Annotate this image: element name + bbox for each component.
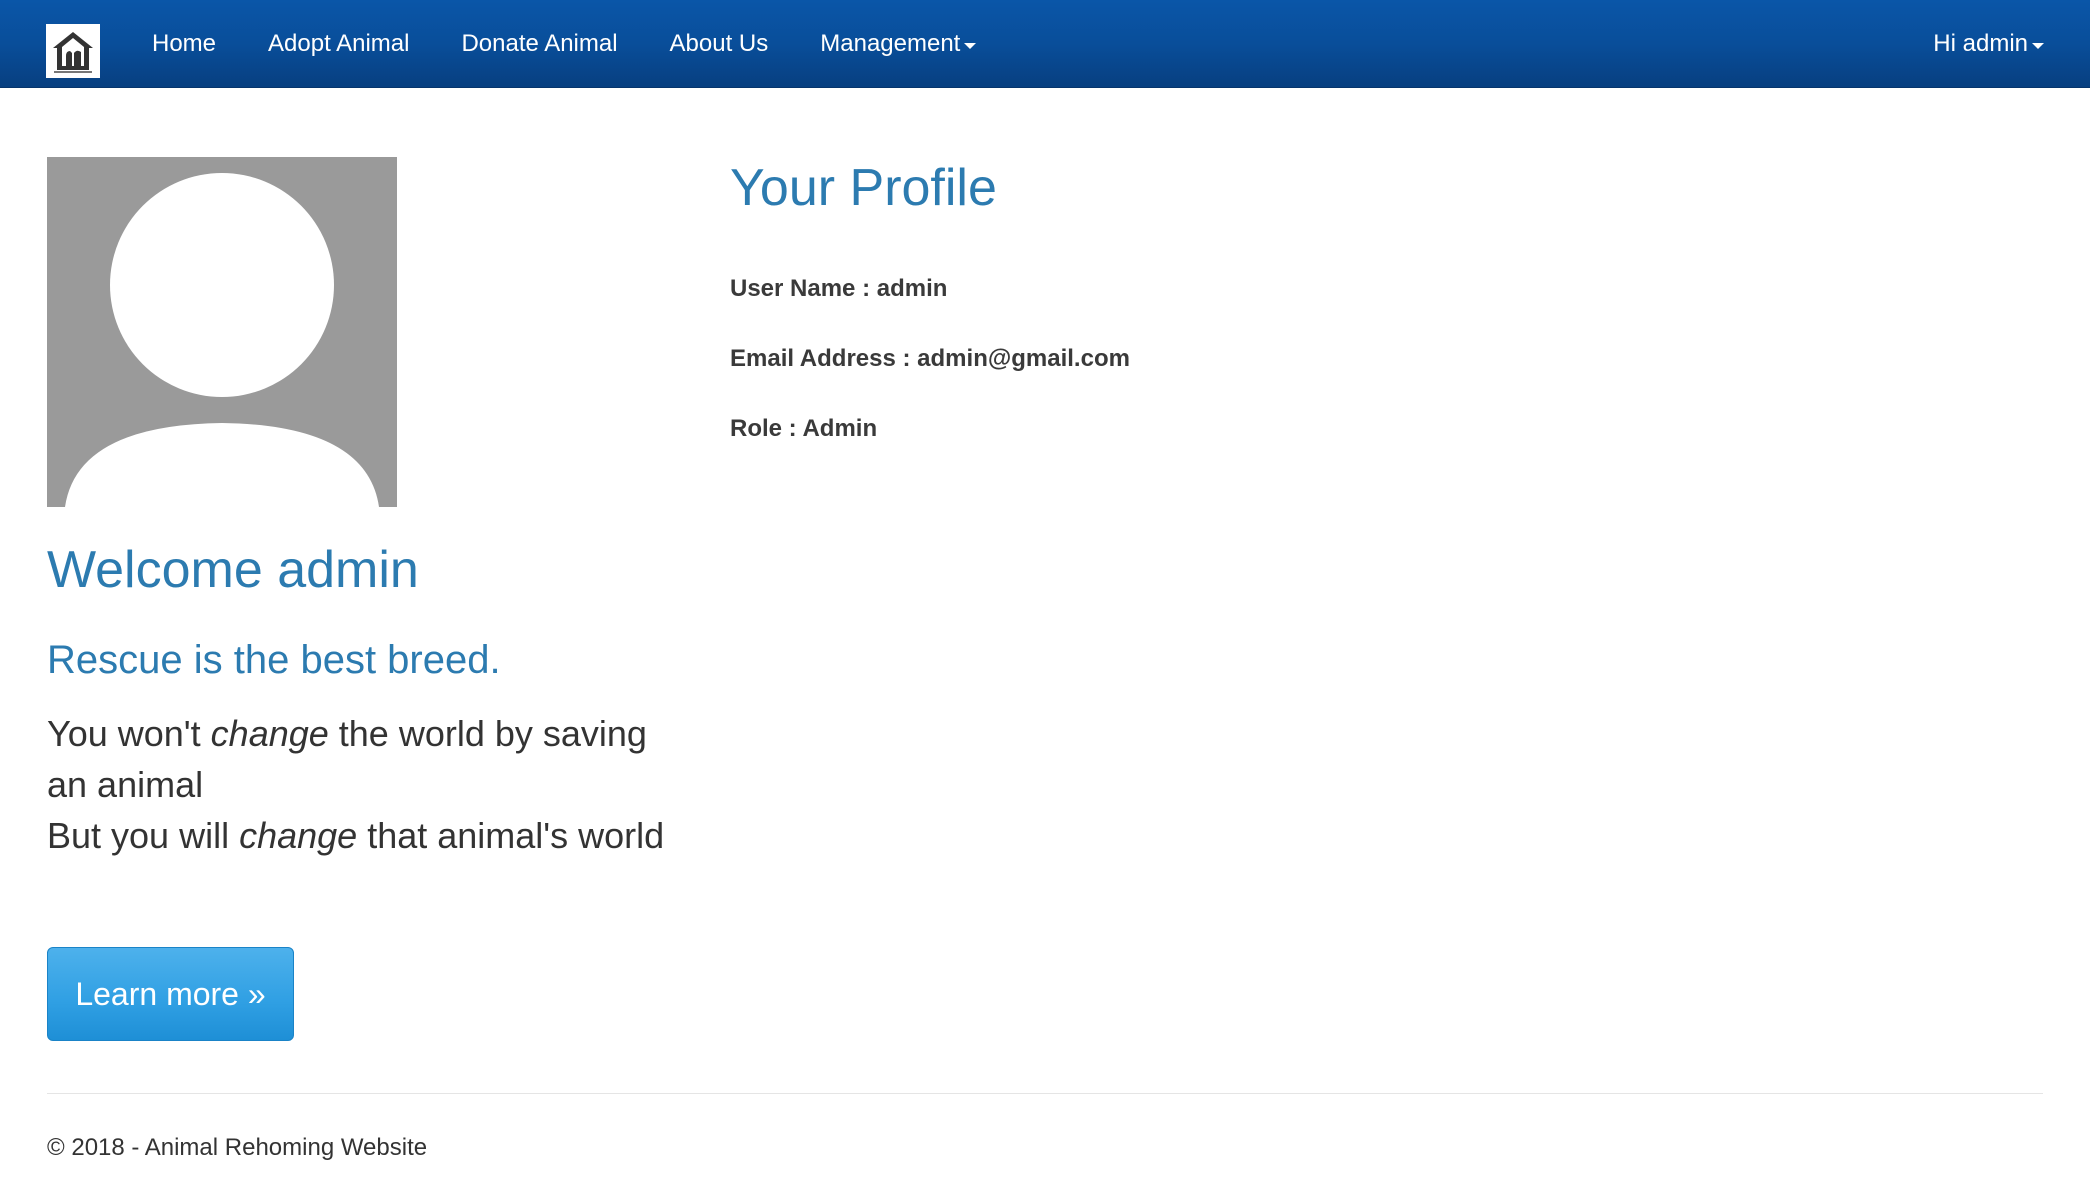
profile-role: Role : Admin [730, 415, 878, 442]
nav-donate-animal-label: Donate Animal [461, 30, 618, 57]
top-navbar: Home Adopt Animal Donate Animal About Us… [0, 0, 2090, 88]
nav-donate-animal[interactable]: Donate Animal [435, 0, 643, 88]
nav-about-us[interactable]: About Us [644, 0, 795, 88]
quote-line1-part1: You won't [47, 713, 211, 754]
shelter-logo-icon [48, 26, 98, 76]
quote-line2-part1: But you will [47, 815, 240, 856]
nav-management-dropdown[interactable]: Management [794, 0, 1002, 88]
caret-down-icon [2032, 42, 2044, 49]
nav-home[interactable]: Home [126, 0, 242, 88]
user-menu-dropdown[interactable]: Hi admin [1933, 0, 2044, 88]
user-menu-label: Hi admin [1933, 30, 2028, 57]
welcome-heading: Welcome admin [47, 541, 419, 599]
profile-email: Email Address : admin@gmail.com [730, 345, 1130, 372]
nav-home-label: Home [152, 30, 217, 57]
nav-management-label: Management [820, 30, 961, 57]
default-avatar-icon [47, 157, 397, 507]
profile-user-name: User Name : admin [730, 275, 948, 302]
nav-adopt-animal[interactable]: Adopt Animal [242, 0, 435, 88]
quote-line1-emphasis: change [210, 713, 329, 754]
main-nav: Home Adopt Animal Donate Animal About Us… [126, 0, 1002, 88]
nav-about-us-label: About Us [669, 30, 769, 57]
brand-logo[interactable] [46, 24, 100, 78]
quote-text: You won't change the world by saving an … [47, 708, 687, 861]
caret-down-icon [964, 42, 977, 49]
quote-line2-part2: that animal's world [357, 815, 665, 856]
nav-adopt-animal-label: Adopt Animal [268, 30, 410, 57]
learn-more-button[interactable]: Learn more » [47, 947, 294, 1041]
footer-divider [47, 1093, 2043, 1094]
footer-copyright: © 2018 - Animal Rehoming Website [47, 1134, 428, 1161]
tagline: Rescue is the best breed. [47, 638, 501, 682]
profile-avatar [47, 157, 397, 507]
quote-line2-emphasis: change [239, 815, 358, 856]
profile-title: Your Profile [730, 159, 997, 217]
learn-more-label: Learn more » [75, 975, 266, 1012]
